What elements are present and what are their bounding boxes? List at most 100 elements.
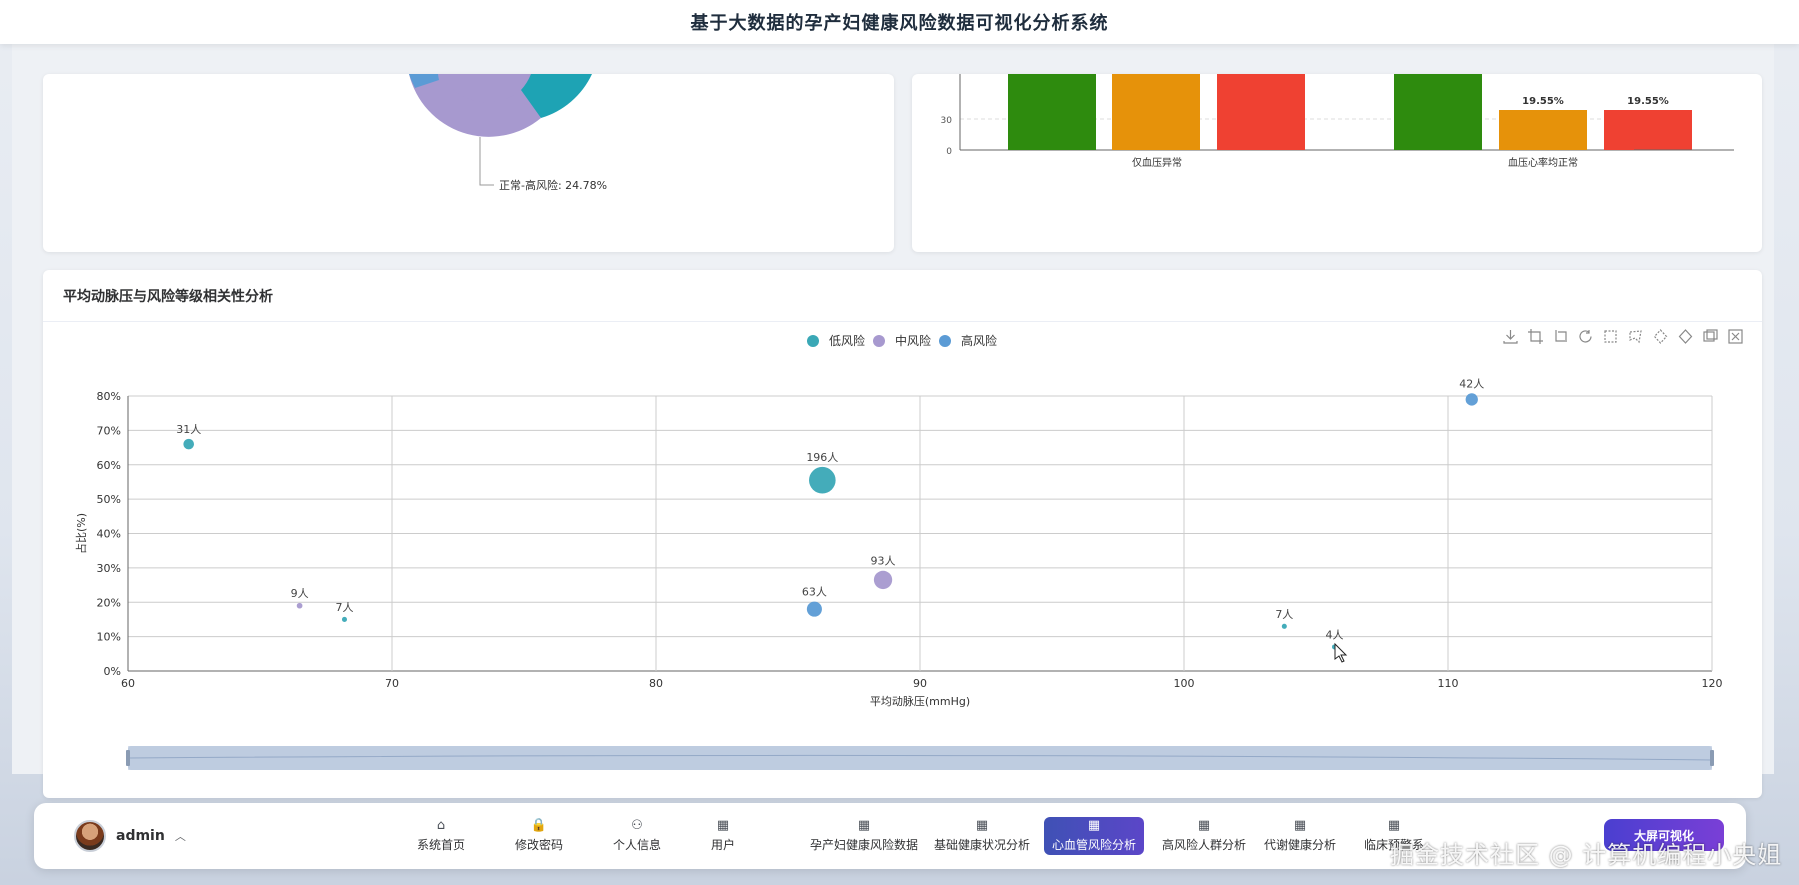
nav-item-label: 孕产妇健康风险数据 bbox=[810, 838, 919, 852]
scatter-point[interactable] bbox=[183, 438, 195, 450]
bar-value-label: 19.55% bbox=[1627, 96, 1669, 107]
scatter-point[interactable] bbox=[806, 601, 822, 617]
scatter-point[interactable] bbox=[341, 616, 347, 622]
nav-item-label: 修改密码 bbox=[515, 838, 564, 852]
x-tick-label: 60 bbox=[121, 677, 135, 690]
y-tick-label: 20% bbox=[97, 596, 121, 609]
zoom-slider-handle-left[interactable] bbox=[126, 750, 130, 766]
scatter-point-label: 4人 bbox=[1325, 628, 1343, 641]
y-tick-label: 50% bbox=[97, 493, 121, 506]
nav-item-label: 心血管风险分析 bbox=[1052, 838, 1137, 852]
y-tick-label: 0 bbox=[946, 147, 952, 157]
grid-icon: ▦ bbox=[1087, 818, 1101, 833]
user-icon: ⚇ bbox=[631, 818, 643, 833]
y-tick-label: 60% bbox=[97, 459, 121, 472]
y-tick-label: 0% bbox=[104, 665, 121, 678]
scatter-point[interactable] bbox=[1465, 393, 1478, 406]
chart-legend: 低风险 中风险 高风险 bbox=[807, 333, 997, 348]
pie-chart: 正常-高风险: 24.78% bbox=[409, 74, 607, 192]
nav-item-label: 用户 bbox=[711, 838, 736, 852]
page-title: 基于大数据的孕产妇健康风险数据可视化分析系统 bbox=[690, 13, 1109, 34]
bar[interactable] bbox=[1217, 74, 1305, 150]
scatter-chart: 低风险 中风险 高风险 0% 10% 20% 30% 40% 50% 60% 70% 80% 60… bbox=[74, 333, 1723, 770]
x-tick-label: 仅血压异常 bbox=[1132, 156, 1182, 169]
scatter-point-label: 196人 bbox=[806, 451, 838, 464]
scatter-point-label: 63人 bbox=[802, 586, 827, 599]
legend-marker-high[interactable] bbox=[939, 335, 951, 347]
scatter-point-label: 93人 bbox=[871, 555, 896, 568]
avatar[interactable] bbox=[74, 820, 106, 852]
y-tick-label: 10% bbox=[97, 631, 121, 644]
watermark: 掘金技术社区 @ 计算机编程小央姐 bbox=[1390, 841, 1783, 869]
bar-chart-card: 30 0 19.55% 19.55% 仅血压异常 血压心率均正常 bbox=[912, 74, 1762, 252]
legend-marker-medium[interactable] bbox=[873, 335, 885, 347]
user-menu[interactable]: admin ︿ bbox=[74, 820, 186, 852]
x-tick-label: 80 bbox=[649, 677, 663, 690]
bar-value-label: 19.55% bbox=[1522, 96, 1564, 107]
grid-icon: ▦ bbox=[1293, 818, 1307, 833]
legend-label-medium[interactable]: 中风险 bbox=[895, 333, 931, 348]
scatter-point-label: 9人 bbox=[291, 587, 309, 600]
scatter-point[interactable] bbox=[809, 466, 836, 494]
scatter-point-label: 7人 bbox=[335, 601, 353, 614]
legend-label-high[interactable]: 高风险 bbox=[961, 333, 997, 348]
nav-users[interactable]: ▦ 用户 bbox=[703, 817, 743, 855]
chevron-up-icon[interactable]: ︿ bbox=[175, 828, 186, 844]
scatter-point[interactable] bbox=[873, 570, 893, 590]
grid-icon: ▦ bbox=[857, 818, 871, 833]
x-tick-label: 100 bbox=[1174, 677, 1195, 690]
bar-chart: 30 0 19.55% 19.55% 仅血压异常 血压心率均正常 bbox=[941, 74, 1734, 169]
y-tick-label: 40% bbox=[97, 528, 121, 541]
zoom-slider-selection[interactable] bbox=[128, 746, 1712, 770]
top-header: 基于大数据的孕产妇健康风险数据可视化分析系统 bbox=[0, 0, 1799, 44]
home-icon: ⌂ bbox=[436, 818, 446, 833]
y-tick-label: 70% bbox=[97, 424, 121, 437]
scatter-point-label: 7人 bbox=[1275, 608, 1293, 621]
data-zoom-slider[interactable] bbox=[126, 746, 1714, 770]
nav-basic-health[interactable]: ▦ 基础健康状况分析 bbox=[926, 817, 1038, 855]
bar[interactable] bbox=[1394, 74, 1482, 150]
x-axis-title: 平均动脉压(mmHg) bbox=[870, 694, 970, 708]
scatter-point-label: 42人 bbox=[1459, 377, 1484, 390]
plot-area: 0% 10% 20% 30% 40% 50% 60% 70% 80% 60 70 80 90 100 110… bbox=[74, 377, 1723, 708]
nav-item-label: 代谢健康分析 bbox=[1264, 838, 1337, 852]
nav-metabolic[interactable]: ▦ 代谢健康分析 bbox=[1256, 817, 1344, 855]
y-axis-title: 占比(%) bbox=[74, 513, 88, 554]
bar[interactable] bbox=[1008, 74, 1096, 150]
grid-icon: ▦ bbox=[1387, 818, 1401, 833]
grid-icon: ▦ bbox=[975, 818, 989, 833]
x-tick-label: 70 bbox=[385, 677, 399, 690]
x-tick-label: 120 bbox=[1702, 677, 1723, 690]
x-tick-label: 血压心率均正常 bbox=[1508, 156, 1578, 169]
nav-item-label: 系统首页 bbox=[417, 838, 466, 852]
bar[interactable] bbox=[1499, 110, 1587, 150]
nav-high-risk-group[interactable]: ▦ 高风险人群分析 bbox=[1154, 817, 1254, 855]
scatter-point[interactable] bbox=[1281, 623, 1287, 629]
nav-cardio-risk[interactable]: ▦ 心血管风险分析 bbox=[1044, 817, 1145, 855]
nav-maternal-risk-data[interactable]: ▦ 孕产妇健康风险数据 bbox=[802, 817, 926, 855]
grid-icon: ▦ bbox=[716, 818, 730, 833]
bar[interactable] bbox=[1604, 110, 1692, 150]
nav-item-label: 高风险人群分析 bbox=[1162, 838, 1247, 852]
nav-profile[interactable]: ⚇ 个人信息 bbox=[605, 817, 669, 855]
nav-change-password[interactable]: 🔒 修改密码 bbox=[507, 817, 571, 855]
x-tick-label: 110 bbox=[1438, 677, 1459, 690]
legend-marker-low[interactable] bbox=[807, 335, 819, 347]
y-tick-label: 30 bbox=[941, 116, 953, 126]
legend-label-low[interactable]: 低风险 bbox=[829, 333, 865, 348]
y-tick-label: 80% bbox=[97, 390, 121, 403]
pie-label: 正常-高风险: 24.78% bbox=[499, 178, 607, 192]
nav-item-label: 个人信息 bbox=[613, 838, 662, 852]
scatter-point-label: 31人 bbox=[176, 423, 201, 436]
username[interactable]: admin bbox=[116, 828, 165, 844]
bar[interactable] bbox=[1112, 74, 1200, 150]
mouse-cursor bbox=[1334, 642, 1348, 663]
scatter-point[interactable] bbox=[296, 602, 303, 609]
zoom-slider-handle-right[interactable] bbox=[1710, 750, 1714, 766]
nav-item-label: 基础健康状况分析 bbox=[934, 838, 1031, 852]
lock-icon: 🔒 bbox=[530, 818, 548, 833]
y-tick-label: 30% bbox=[97, 562, 121, 575]
x-tick-label: 90 bbox=[913, 677, 927, 690]
nav-home[interactable]: ⌂ 系统首页 bbox=[409, 817, 473, 855]
grid-icon: ▦ bbox=[1197, 818, 1211, 833]
